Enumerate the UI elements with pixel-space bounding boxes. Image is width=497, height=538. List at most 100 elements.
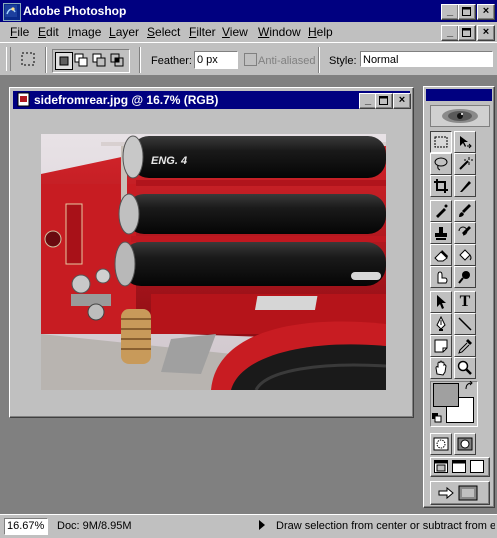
clone-stamp-tool[interactable] [430, 222, 452, 244]
dodge-icon [458, 271, 470, 284]
paintbrush-tool[interactable] [454, 200, 476, 222]
doc-minimize-button[interactable]: _ [441, 25, 459, 41]
move-arrow-icon [460, 136, 472, 149]
menu-edit[interactable]: Edit [38, 25, 59, 39]
adobe-eye-logo[interactable] [430, 105, 490, 127]
minimize-icon: _ [364, 94, 372, 106]
intersect-selection-button[interactable] [109, 52, 125, 68]
zoom-tool[interactable] [454, 357, 476, 379]
toolbox-palette: T [423, 86, 495, 508]
eraser-tool[interactable] [430, 244, 452, 266]
jump-to-imageready-button[interactable] [430, 481, 490, 505]
menu-window[interactable]: Window [258, 25, 301, 39]
hose-lettering: ENG. 4 [151, 155, 187, 167]
options-grip[interactable] [6, 47, 11, 71]
menu-bar: File Edit Image Layer Select Filter View… [0, 22, 497, 42]
zoom-level-field[interactable]: 16.67% [4, 518, 48, 535]
add-to-selection-button[interactable] [73, 52, 89, 68]
swap-colors-icon[interactable] [464, 380, 474, 391]
minimize-icon: _ [446, 26, 454, 38]
magnifier-icon [457, 360, 472, 375]
document-canvas-area[interactable]: ENG. 4 [12, 111, 411, 415]
eyedropper-icon [458, 339, 472, 354]
airbrush-tool[interactable] [430, 200, 452, 222]
selection-mode-group [52, 49, 130, 73]
close-button[interactable]: × [477, 4, 495, 20]
quick-mask-icon [457, 437, 473, 451]
pen-nib-icon [436, 316, 446, 331]
anti-aliased-checkbox[interactable] [244, 53, 257, 66]
menu-filter[interactable]: Filter [189, 25, 216, 39]
rubber-stamp-icon [435, 227, 447, 240]
screen-mode-group [430, 457, 490, 477]
feather-input[interactable]: 0 px [194, 51, 238, 69]
quick-mask-mode-button[interactable] [454, 433, 476, 455]
default-colors-icon[interactable] [432, 413, 442, 423]
rectangular-marquee-tool[interactable] [430, 131, 452, 153]
status-hint-text: Draw selection from center or subtract f… [276, 520, 495, 532]
type-icon: T [459, 293, 471, 310]
menu-select[interactable]: Select [147, 25, 180, 39]
paint-bucket-icon [459, 249, 472, 261]
app-title: Adobe Photoshop [23, 4, 127, 18]
menu-help[interactable]: Help [308, 25, 333, 39]
style-select[interactable]: Normal [360, 51, 493, 67]
eraser-icon [434, 250, 448, 262]
toolbox-titlebar[interactable] [426, 89, 492, 101]
move-tool[interactable] [454, 131, 476, 153]
document-icon[interactable] [16, 92, 31, 107]
airbrush-icon [436, 204, 448, 218]
standard-mode-button[interactable] [430, 433, 452, 455]
menu-view[interactable]: View [222, 25, 248, 39]
document-size-info: Doc: 9M/8.95M [57, 520, 132, 532]
foreground-color-swatch[interactable] [433, 383, 459, 407]
full-screen-icon[interactable] [470, 460, 484, 473]
document-image[interactable]: ENG. 4 [41, 134, 386, 390]
document-window: sidefromrear.jpg @ 16.7% (RGB) _ × ENG. … [9, 87, 414, 418]
restore-icon [462, 28, 471, 37]
document-maximize-button[interactable] [375, 93, 393, 109]
history-brush-tool[interactable] [454, 222, 476, 244]
doc-maximize-button[interactable] [458, 25, 476, 41]
maximize-icon [379, 96, 388, 105]
dodge-tool[interactable] [454, 266, 476, 288]
standard-screen-mode-icon[interactable] [434, 460, 448, 473]
menu-file[interactable]: File [10, 25, 29, 39]
path-selection-tool[interactable] [430, 291, 452, 313]
lasso-tool[interactable] [430, 153, 452, 175]
subtract-from-selection-button[interactable] [91, 52, 107, 68]
close-icon: × [482, 26, 490, 38]
direct-selection-arrow-icon [437, 295, 446, 309]
crop-tool[interactable] [430, 175, 452, 197]
minimize-button[interactable]: _ [441, 4, 459, 20]
status-menu-arrow-icon[interactable] [259, 520, 265, 530]
document-close-button[interactable]: × [393, 93, 411, 109]
standard-mode-icon [433, 437, 449, 451]
maximize-icon [462, 7, 471, 16]
type-tool[interactable]: T [454, 291, 476, 313]
menu-layer[interactable]: Layer [109, 25, 139, 39]
line-tool[interactable] [454, 313, 476, 335]
document-titlebar[interactable]: sidefromrear.jpg @ 16.7% (RGB) _ × [13, 91, 411, 109]
eyedropper-tool[interactable] [454, 335, 476, 357]
smudge-tool[interactable] [430, 266, 452, 288]
line-icon [458, 317, 472, 331]
slice-tool[interactable] [454, 175, 476, 197]
lasso-icon [434, 157, 448, 171]
maximize-button[interactable] [458, 4, 476, 20]
hand-tool[interactable] [430, 357, 452, 379]
doc-close-button[interactable]: × [477, 25, 495, 41]
app-titlebar[interactable]: Adobe Photoshop _ × [0, 0, 497, 22]
smudge-finger-icon [437, 271, 448, 284]
close-icon: × [398, 94, 406, 106]
full-screen-menu-icon[interactable] [452, 460, 466, 473]
paint-bucket-tool[interactable] [454, 244, 476, 266]
magic-wand-tool[interactable] [454, 153, 476, 175]
pen-tool[interactable] [430, 313, 452, 335]
notes-tool[interactable] [430, 335, 452, 357]
new-selection-button[interactable] [55, 52, 73, 70]
photoshop-app-icon[interactable] [3, 3, 21, 21]
menu-image[interactable]: Image [68, 25, 101, 39]
marquee-preset-icon[interactable] [18, 49, 40, 69]
magic-wand-icon [459, 157, 473, 170]
